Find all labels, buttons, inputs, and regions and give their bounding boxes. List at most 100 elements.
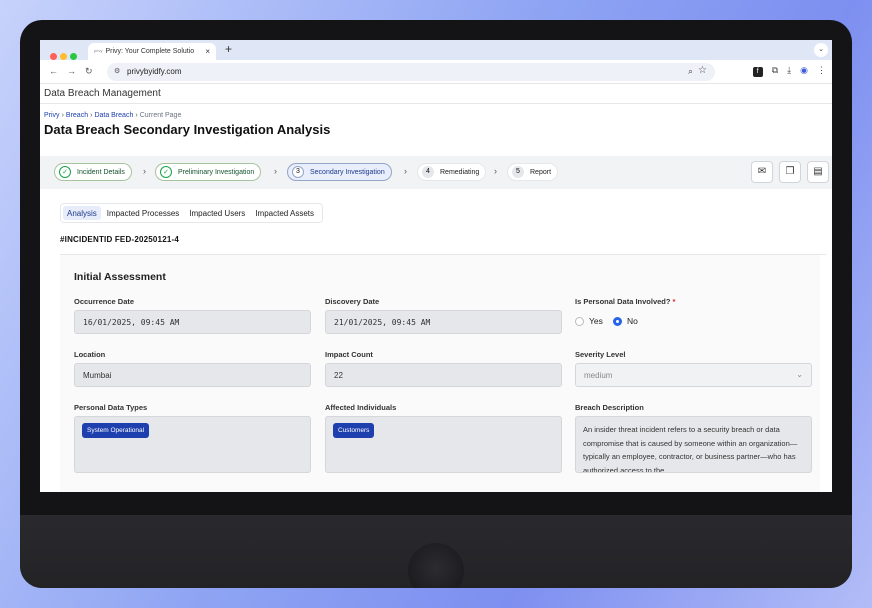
affected-individuals-field[interactable]: Customers — [325, 416, 562, 473]
severity-level-label: Severity Level — [575, 350, 626, 359]
chevron-down-icon: ⌄ — [796, 370, 803, 379]
browser-tab[interactable]: privy Privy: Your Complete Solutio × — [88, 43, 216, 60]
section-tabs: Analysis Impacted Processes Impacted Use… — [60, 203, 324, 223]
personal-data-label: Is Personal Data Involved? * — [575, 297, 675, 306]
check-icon: ✓ — [160, 166, 172, 178]
step-label: Preliminary Investigation — [178, 168, 255, 176]
section-title: Initial Assessment — [74, 271, 166, 283]
affected-chip[interactable]: Customers — [333, 423, 375, 438]
reload-icon[interactable]: ↻ — [85, 66, 93, 76]
chevron-right-icon: › — [143, 166, 146, 176]
tab-impacted-users[interactable]: Impacted Users — [185, 206, 249, 220]
breadcrumb-chevron-icon: › — [61, 112, 64, 119]
app-header: Data Breach Management — [40, 84, 832, 104]
severity-value: medium — [584, 371, 613, 380]
occurrence-date-field[interactable]: 16/01/2025, 09:45 AM — [74, 310, 311, 334]
extension-icon[interactable]: f — [752, 67, 763, 77]
download-icon[interactable]: ⤓ — [787, 65, 791, 75]
laptop-frame: privy Privy: Your Complete Solutio × + ⌄ … — [20, 20, 852, 588]
browser-window: privy Privy: Your Complete Solutio × + ⌄ … — [40, 40, 832, 492]
breadcrumb: Privy › Breach › Data Breach › Current Page — [40, 104, 832, 119]
tab-title: Privy: Your Complete Solutio — [105, 48, 195, 55]
personal-data-types-field[interactable]: System Operational — [74, 416, 311, 473]
step-remediating[interactable]: 4 Remediating — [417, 163, 487, 181]
data-type-chip[interactable]: System Operational — [82, 423, 150, 438]
tab-bar: privy Privy: Your Complete Solutio × + ⌄ — [40, 40, 832, 60]
step-secondary-investigation[interactable]: 3 Secondary Investigation — [287, 163, 392, 181]
location-field[interactable]: Mumbai — [74, 363, 311, 387]
step-label: Secondary Investigation — [310, 168, 385, 176]
breadcrumb-privy[interactable]: Privy — [44, 112, 60, 119]
chevron-right-icon: › — [274, 166, 277, 176]
back-arrow-icon[interactable]: ← — [49, 66, 58, 76]
url-text: privybyidfy.com — [127, 67, 182, 76]
step-report[interactable]: 5 Report — [507, 163, 559, 181]
step-label: Incident Details — [77, 168, 125, 176]
breadcrumb-chevron-icon: › — [135, 112, 138, 119]
step-number: 4 — [422, 166, 434, 178]
breadcrumb-current: Current Page — [139, 112, 182, 119]
laptop-base — [20, 515, 852, 588]
step-label: Remediating — [440, 168, 480, 176]
new-tab-button[interactable]: + — [225, 42, 232, 56]
incident-id: #INCIDENTID FED-20250121-4 — [60, 235, 180, 244]
tab-analysis[interactable]: Analysis — [63, 206, 101, 220]
tab-search-chevron-icon[interactable]: ⌄ — [814, 43, 828, 57]
extensions-puzzle-icon[interactable]: ⧉ — [772, 65, 778, 75]
minimize-window-button[interactable] — [60, 53, 67, 60]
menu-kebab-icon[interactable]: ⋮ — [817, 65, 826, 75]
url-input[interactable]: ⚙ privybyidfy.com ⌕ ☆ — [107, 63, 715, 81]
impact-count-field[interactable]: 22 — [325, 363, 562, 387]
address-bar: ← → ↻ ⚙ privybyidfy.com ⌕ ☆ f ⧉ ⤓ ◉ ⋮ — [40, 60, 832, 84]
discovery-date-field[interactable]: 21/01/2025, 09:45 AM — [325, 310, 562, 334]
step-number: 5 — [512, 166, 524, 178]
step-number: 3 — [292, 166, 304, 178]
comments-icon[interactable]: ❐ — [779, 161, 801, 183]
personal-data-no-radio[interactable]: No — [613, 316, 638, 326]
forward-arrow-icon[interactable]: → — [67, 66, 76, 76]
breadcrumb-chevron-icon: › — [90, 112, 93, 119]
personal-data-label-text: Is Personal Data Involved? — [575, 297, 671, 306]
severity-level-select[interactable]: medium ⌄ — [575, 363, 812, 387]
progress-stepper: ✓ Incident Details › ✓ Preliminary Investi… — [40, 156, 832, 189]
step-label: Report — [530, 168, 552, 176]
page-title: Data Breach Secondary Investigation Anal… — [44, 122, 331, 137]
tab-close-icon[interactable]: × — [205, 47, 210, 56]
breadcrumb-breach[interactable]: Breach — [66, 112, 88, 119]
breach-description-textarea[interactable]: An insider threat incident refers to a s… — [575, 416, 812, 473]
site-info-icon[interactable]: ⚙ — [114, 67, 120, 75]
camera-lens — [408, 543, 464, 588]
document-settings-icon[interactable]: ▤ — [807, 161, 829, 183]
bookmark-star-icon[interactable]: ☆ — [698, 65, 707, 76]
chevron-right-icon: › — [404, 166, 407, 176]
maximize-window-button[interactable] — [70, 53, 77, 60]
close-window-button[interactable] — [50, 53, 57, 60]
breach-description-label: Breach Description — [575, 403, 644, 412]
tab-impacted-assets[interactable]: Impacted Assets — [251, 206, 318, 220]
location-label: Location — [74, 350, 106, 359]
zoom-icon[interactable]: ⌕ — [688, 66, 693, 77]
radio-selected-icon — [613, 316, 622, 326]
radio-yes-label: Yes — [589, 316, 603, 326]
browser-toolbar: f ⧉ ⤓ ◉ ⋮ — [744, 65, 826, 77]
content-card: Analysis Impacted Processes Impacted Use… — [50, 189, 832, 492]
navigation-controls: ← → ↻ — [49, 66, 102, 77]
radio-circle-icon — [575, 316, 584, 326]
affected-individuals-label: Affected Individuals — [325, 403, 397, 412]
breadcrumb-data-breach[interactable]: Data Breach — [94, 112, 133, 119]
initial-assessment-panel: Initial Assessment Occurrence Date 16/01… — [60, 255, 820, 492]
personal-data-types-label: Personal Data Types — [74, 403, 148, 412]
tab-impacted-processes[interactable]: Impacted Processes — [103, 206, 183, 220]
required-mark: * — [672, 297, 676, 306]
discovery-date-label: Discovery Date — [325, 297, 380, 306]
impact-count-label: Impact Count — [325, 350, 373, 359]
personal-data-yes-radio[interactable]: Yes — [575, 316, 603, 326]
mail-icon[interactable]: ✉ — [751, 161, 773, 183]
step-preliminary-investigation[interactable]: ✓ Preliminary Investigation — [155, 163, 262, 181]
occurrence-date-label: Occurrence Date — [74, 297, 135, 306]
profile-icon[interactable]: ◉ — [800, 65, 808, 75]
check-icon: ✓ — [59, 166, 71, 178]
step-incident-details[interactable]: ✓ Incident Details — [54, 163, 132, 181]
radio-no-label: No — [627, 316, 638, 326]
chevron-right-icon: › — [494, 166, 497, 176]
